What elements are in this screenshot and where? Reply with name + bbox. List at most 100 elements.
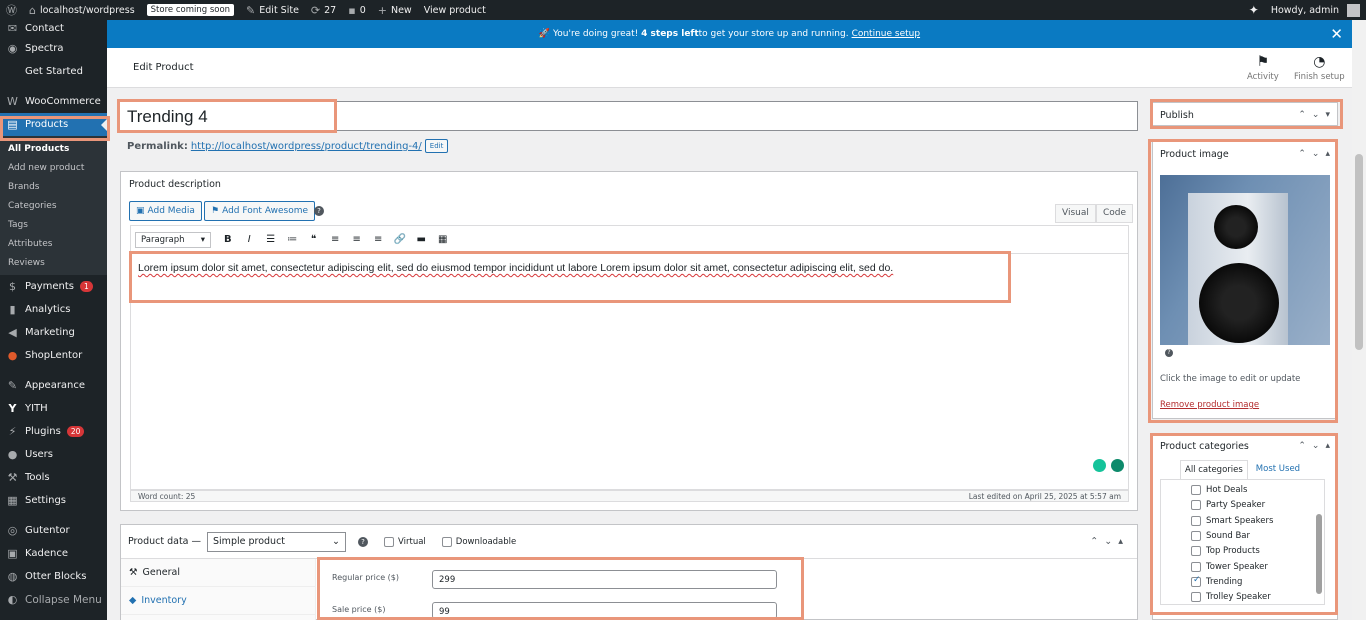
tab-most-used[interactable]: Most Used <box>1247 460 1305 479</box>
sidebar-item-users[interactable]: ● Users <box>0 443 107 466</box>
submenu-brands[interactable]: Brands <box>0 177 107 196</box>
store-status-badge[interactable]: Store coming soon <box>141 0 240 20</box>
submenu-categories[interactable]: Categories <box>0 196 107 215</box>
box-controls[interactable]: ⌃⌄▴ <box>1090 536 1129 547</box>
comments-link[interactable]: ▪ 0 <box>342 0 372 20</box>
tab-all-categories[interactable]: All categories <box>1180 460 1248 479</box>
sidebar-item-gutentor[interactable]: ◎ Gutentor <box>0 519 107 542</box>
category-checkbox[interactable] <box>1191 592 1201 603</box>
virtual-checkbox[interactable]: Virtual <box>384 536 426 547</box>
align-left-icon[interactable]: ≡ <box>325 234 347 245</box>
link-icon[interactable]: 🔗 <box>389 234 411 245</box>
page-scrollbar[interactable] <box>1352 20 1366 620</box>
category-checkbox[interactable] <box>1191 546 1201 557</box>
numbered-list-icon[interactable]: ≔ <box>282 234 304 245</box>
help-icon[interactable]: ? <box>358 536 369 547</box>
category-checkbox[interactable] <box>1191 485 1201 495</box>
category-scrollbar[interactable] <box>1314 480 1324 604</box>
remove-product-image-link[interactable]: Remove product image <box>1160 400 1259 410</box>
box-controls[interactable]: ⌃⌄▴ <box>1298 441 1330 451</box>
category-item[interactable]: Top Products <box>1191 546 1260 557</box>
sidebar-item-woocommerce[interactable]: W WooCommerce <box>0 90 107 113</box>
italic-icon[interactable]: I <box>239 234 261 245</box>
finish-setup-button[interactable]: ◔ Finish setup <box>1294 54 1345 82</box>
category-item[interactable]: Hot Deals <box>1191 485 1247 495</box>
permalink-url-link[interactable]: http://localhost/wordpress/product/trend… <box>191 141 422 152</box>
updates-link[interactable]: ⟳ 27 <box>305 0 342 20</box>
sidebar-item-contact[interactable]: ✉ Contact <box>0 20 107 37</box>
tab-general[interactable]: ⚒ General <box>121 559 315 587</box>
continue-setup-link[interactable]: Continue setup <box>852 29 921 39</box>
close-icon[interactable]: ✕ <box>1330 25 1343 43</box>
submenu-reviews[interactable]: Reviews <box>0 253 107 272</box>
align-center-icon[interactable]: ≡ <box>346 234 368 245</box>
add-media-button[interactable]: ▣ Add Media <box>129 201 202 221</box>
align-right-icon[interactable]: ≡ <box>368 234 390 245</box>
sidebar-item-get-started[interactable]: Get Started <box>0 60 107 83</box>
sidebar-item-tools[interactable]: ⚒ Tools <box>0 466 107 489</box>
category-item[interactable]: Trolley Speaker <box>1191 592 1271 603</box>
submenu-tags[interactable]: Tags <box>0 215 107 234</box>
sidebar-item-settings[interactable]: ▦ Settings <box>0 489 107 512</box>
format-select[interactable]: Paragraph ▾ <box>135 231 211 248</box>
sidebar-item-analytics[interactable]: ▮ Analytics <box>0 298 107 321</box>
downloadable-checkbox[interactable]: Downloadable <box>441 536 516 547</box>
activity-button[interactable]: ⚑ Activity <box>1247 54 1279 82</box>
category-item[interactable]: Trending <box>1191 575 1242 587</box>
category-item[interactable]: Tower Speaker <box>1191 561 1268 572</box>
account-menu[interactable]: Howdy, admin <box>1265 0 1366 20</box>
editor-content-area[interactable]: Lorem ipsum dolor sit amet, consectetur … <box>130 253 1129 490</box>
category-checkbox[interactable] <box>1191 500 1201 511</box>
box-controls[interactable]: ⌃⌄▴ <box>1298 149 1330 159</box>
bold-icon[interactable]: B <box>217 234 239 245</box>
wordpress-logo[interactable]: Ⓦ <box>0 0 23 20</box>
submenu-all-products[interactable]: All Products <box>0 139 107 158</box>
tab-code[interactable]: Code <box>1096 204 1134 223</box>
submenu-add-new-product[interactable]: Add new product <box>0 158 107 177</box>
product-title-input[interactable]: Trending 4 <box>117 101 1138 131</box>
sale-price-input[interactable]: 99 <box>432 602 777 619</box>
sidebar-item-otter-blocks[interactable]: ◍ Otter Blocks <box>0 565 107 588</box>
add-font-awesome-button[interactable]: ⚑ Add Font Awesome <box>204 201 316 221</box>
read-more-icon[interactable]: ▬ <box>411 234 433 245</box>
description-content: Lorem ipsum dolor sit amet, consectetur … <box>138 262 894 274</box>
sidebar-item-spectra[interactable]: ◉ Spectra <box>0 37 107 60</box>
sidebar-item-shoplentor[interactable]: ● ShopLentor <box>0 344 107 367</box>
product-type-select[interactable]: Simple product ⌄ <box>207 531 347 552</box>
product-data-box: Product data — Simple product ⌄ ? Virtual… <box>120 524 1138 620</box>
permalink-edit-button[interactable]: Edit <box>424 139 449 153</box>
category-item[interactable]: Smart Speakers <box>1191 515 1273 526</box>
category-item[interactable]: Party Speaker <box>1191 500 1265 511</box>
box-controls[interactable]: ⌃ ⌄ ▾ <box>1298 110 1330 120</box>
grammar-bulb-icon[interactable] <box>1093 459 1106 472</box>
help-icon[interactable]: ? <box>1165 349 1173 357</box>
tab-visual[interactable]: Visual <box>1055 204 1096 223</box>
sparkle-button[interactable]: ✦ <box>1243 0 1265 20</box>
grammar-assistant-icon[interactable] <box>1111 459 1124 472</box>
bullet-list-icon[interactable]: ☰ <box>260 234 282 245</box>
sidebar-item-plugins[interactable]: ⚡ Plugins 20 <box>0 420 107 443</box>
view-product-link[interactable]: View product <box>418 0 492 20</box>
sidebar-item-products[interactable]: ▤ Products <box>0 113 107 136</box>
blockquote-icon[interactable]: ❝ <box>303 234 325 245</box>
tab-inventory[interactable]: ◆ Inventory <box>121 587 315 615</box>
sidebar-item-payments[interactable]: $ Payments 1 <box>0 275 107 298</box>
category-checkbox[interactable] <box>1191 530 1201 541</box>
toolbar-toggle-icon[interactable]: ▦ <box>432 234 454 245</box>
category-checkbox[interactable] <box>1191 515 1201 526</box>
sidebar-item-appearance[interactable]: ✎ Appearance <box>0 374 107 397</box>
new-content-link[interactable]: + New <box>372 0 418 20</box>
site-name-link[interactable]: ⌂ localhost/wordpress <box>23 0 141 20</box>
submenu-attributes[interactable]: Attributes <box>0 234 107 253</box>
regular-price-input[interactable]: 299 <box>432 570 777 589</box>
product-image[interactable] <box>1160 175 1330 345</box>
sidebar-item-yith[interactable]: Y YITH <box>0 397 107 420</box>
collapse-menu-button[interactable]: ◐ Collapse Menu <box>0 588 107 611</box>
category-checkbox[interactable] <box>1191 561 1201 572</box>
sidebar-item-marketing[interactable]: ◀ Marketing <box>0 321 107 344</box>
category-item[interactable]: Sound Bar <box>1191 530 1250 541</box>
edit-site-link[interactable]: ✎ Edit Site <box>240 0 305 20</box>
help-icon[interactable]: ? <box>314 206 324 216</box>
category-checkbox[interactable] <box>1191 575 1201 587</box>
sidebar-item-kadence[interactable]: ▣ Kadence <box>0 542 107 565</box>
